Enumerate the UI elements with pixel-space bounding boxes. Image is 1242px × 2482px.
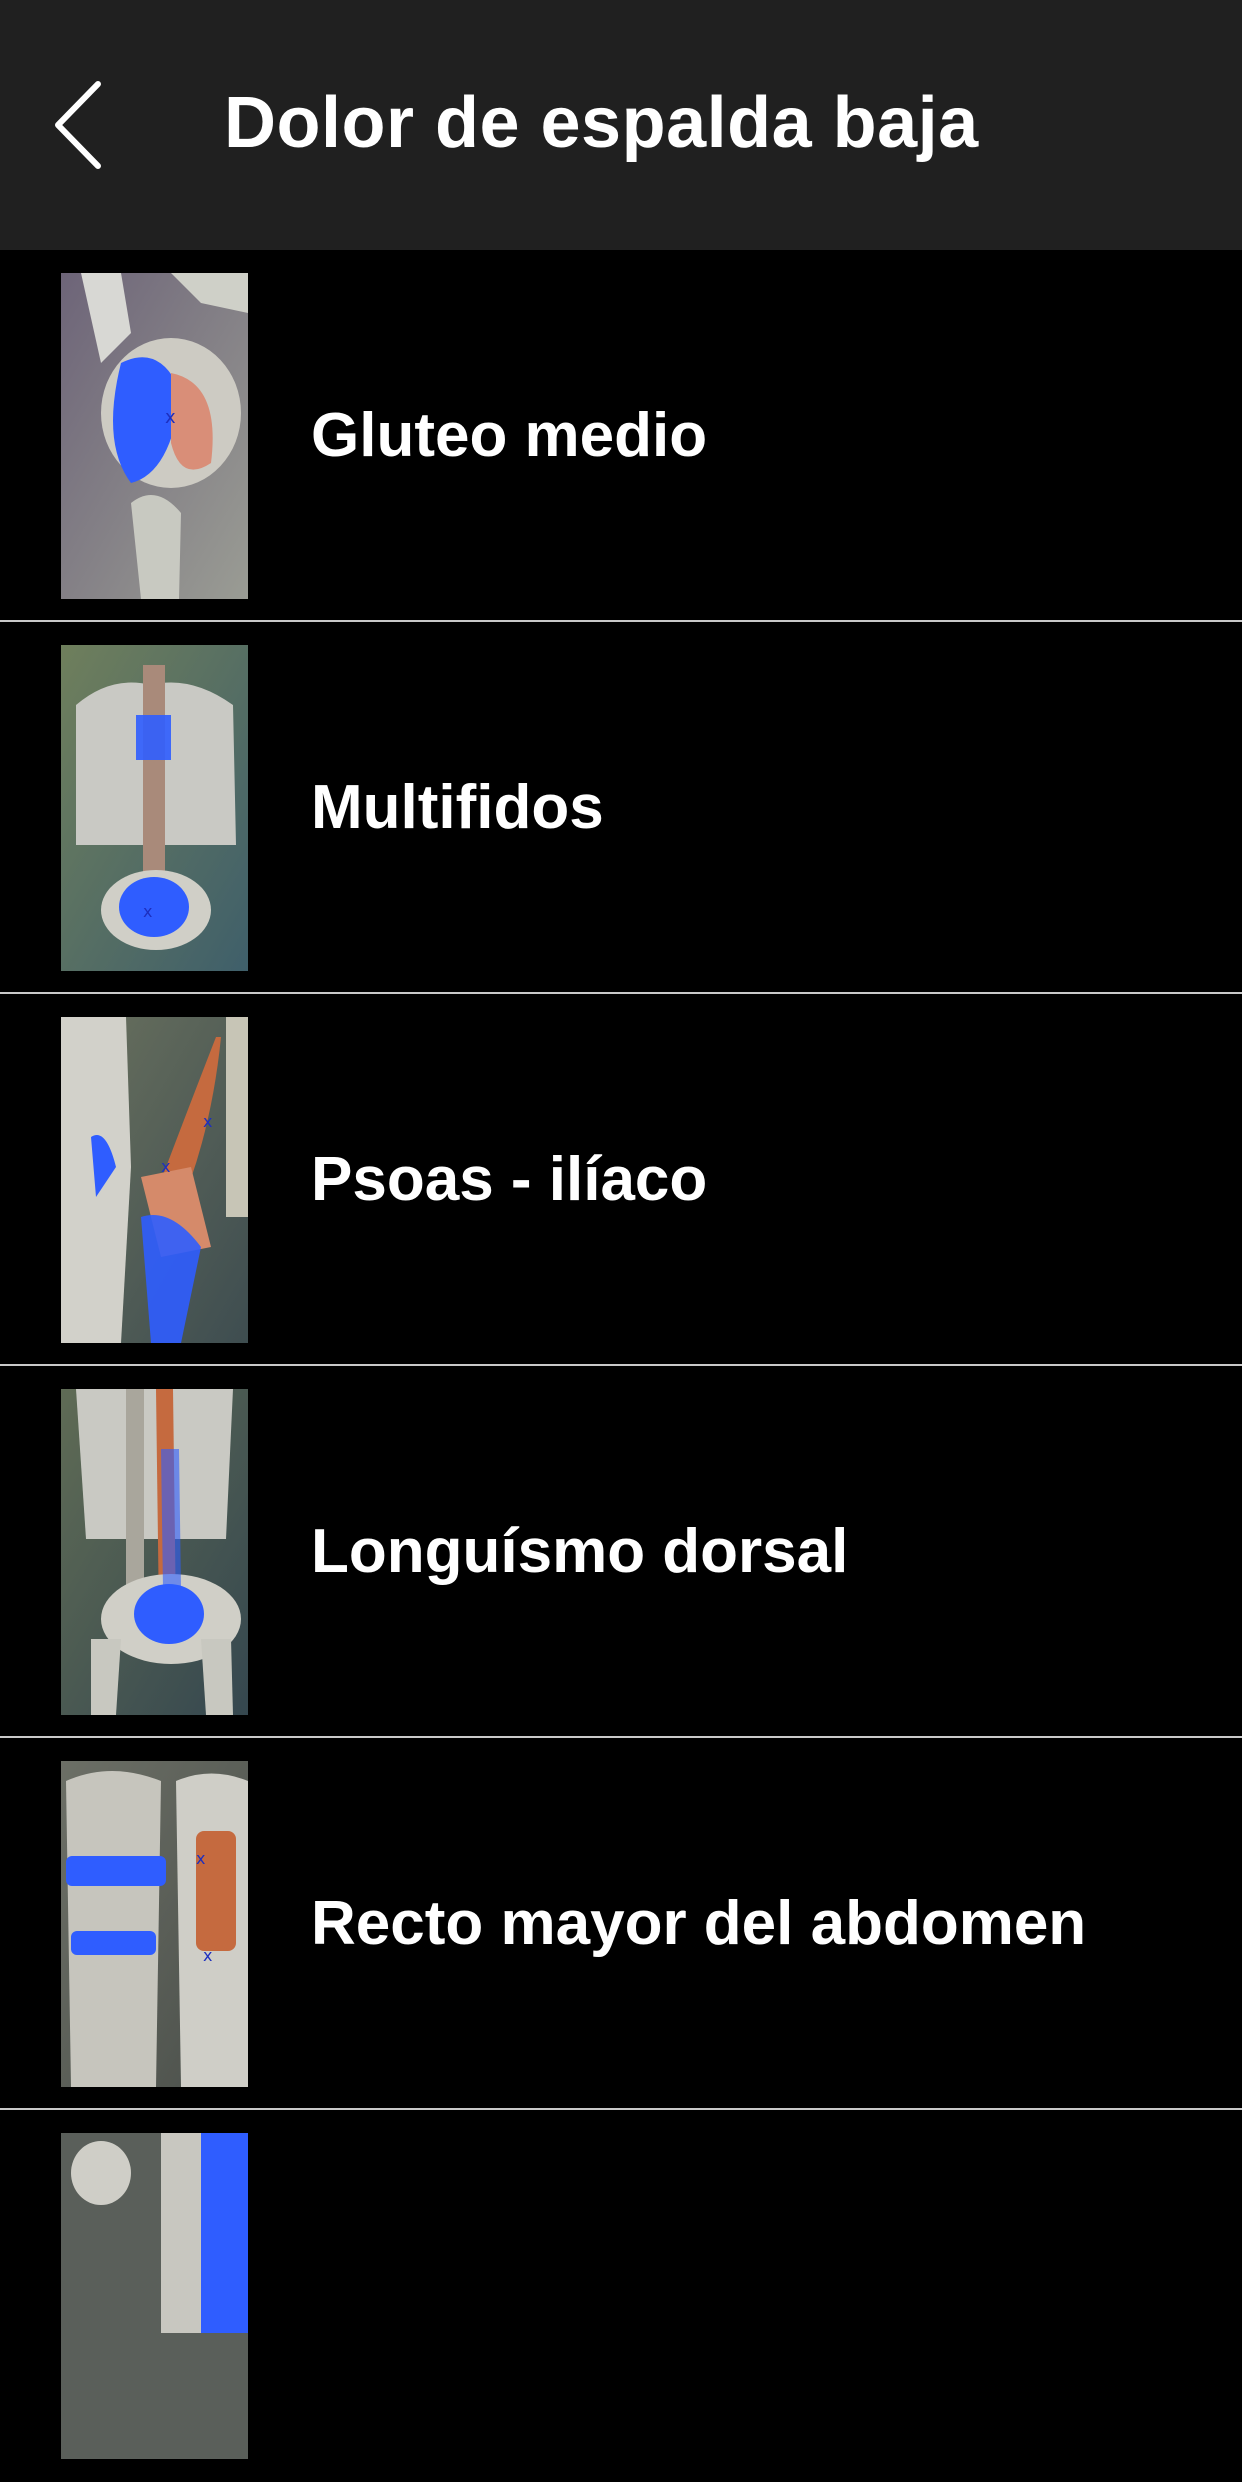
muscle-thumbnail: x x: [61, 1761, 248, 2087]
list-item-partial[interactable]: [0, 2110, 1242, 2482]
svg-text:x: x: [196, 1849, 205, 1868]
svg-text:x: x: [203, 1946, 212, 1965]
back-button[interactable]: [40, 70, 120, 180]
muscle-thumbnail: [61, 1389, 248, 1715]
svg-text:x: x: [203, 1112, 212, 1131]
svg-text:x: x: [161, 1157, 170, 1176]
muscle-thumbnail: x: [61, 645, 248, 971]
nav-bar: Dolor de espalda baja: [0, 0, 1242, 250]
muscle-list: x Gluteo medio x Multifidos x x Psoas - …: [0, 250, 1242, 2482]
item-label: Longuísmo dorsal: [311, 1516, 849, 1586]
list-item-psoas-iliaco[interactable]: x x Psoas - ilíaco: [0, 994, 1242, 1366]
muscle-thumbnail: [61, 2133, 248, 2459]
muscle-thumbnail: x: [61, 273, 248, 599]
item-label: Psoas - ilíaco: [311, 1144, 708, 1214]
item-label: Multifidos: [311, 772, 604, 842]
item-label: Gluteo medio: [311, 400, 708, 470]
list-item-recto-mayor-del-abdomen[interactable]: x x Recto mayor del abdomen: [0, 1738, 1242, 2110]
item-label: Recto mayor del abdomen: [311, 1888, 1087, 1958]
list-item-gluteo-medio[interactable]: x Gluteo medio: [0, 250, 1242, 622]
muscle-thumbnail: x x: [61, 1017, 248, 1343]
page-title: Dolor de espalda baja: [224, 83, 979, 163]
svg-text:x: x: [143, 902, 152, 921]
list-item-multifidos[interactable]: x Multifidos: [0, 622, 1242, 994]
svg-text:x: x: [165, 407, 176, 428]
list-item-longuismo-dorsal[interactable]: Longuísmo dorsal: [0, 1366, 1242, 1738]
chevron-left-icon: [55, 81, 101, 169]
